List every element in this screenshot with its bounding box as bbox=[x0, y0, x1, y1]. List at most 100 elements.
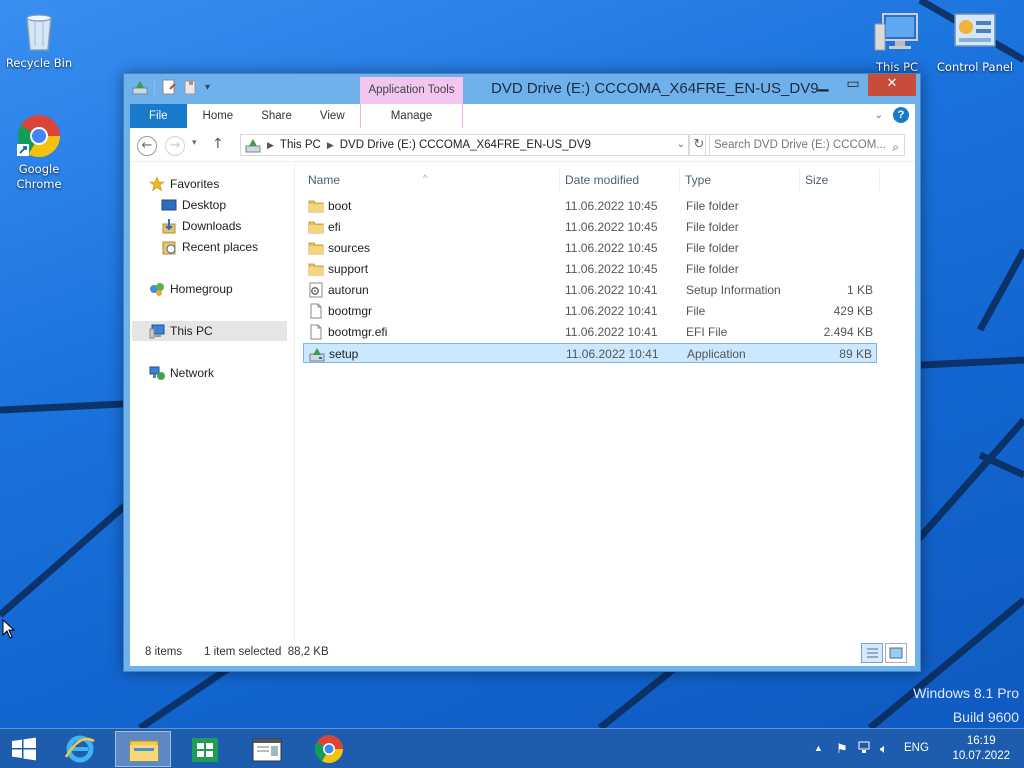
file-type: File folder bbox=[686, 220, 739, 234]
store-taskbar-button[interactable] bbox=[177, 731, 233, 767]
file-name: bootmgr.efi bbox=[328, 325, 388, 339]
search-icon: ⌕ bbox=[892, 140, 899, 154]
tab-manage[interactable]: Manage bbox=[360, 104, 463, 128]
table-row[interactable]: bootmgr 11.06.2022 10:41 File 429 KB bbox=[303, 301, 877, 321]
ribbon-tabs: File Home Share View Manage ⌄ ? bbox=[130, 104, 915, 128]
maximize-icon[interactable]: ▭ bbox=[838, 74, 868, 96]
document-taskbar-button[interactable] bbox=[239, 731, 295, 767]
tab-file[interactable]: File bbox=[130, 104, 187, 128]
computer-icon bbox=[873, 10, 921, 58]
column-header-date[interactable]: Date modified bbox=[560, 169, 680, 191]
nav-homegroup[interactable]: Homegroup bbox=[149, 279, 233, 299]
tab-share[interactable]: Share bbox=[247, 104, 306, 128]
this-pc-shortcut[interactable]: This PC bbox=[858, 10, 936, 75]
os-edition-text: Windows 8.1 Pro bbox=[913, 685, 1019, 701]
recycle-bin-label: Recycle Bin bbox=[5, 56, 73, 70]
recycle-bin-shortcut[interactable]: Recycle Bin bbox=[0, 6, 78, 71]
search-input[interactable]: Search DVD Drive (E:) CCCOM... ⌕ bbox=[705, 134, 905, 156]
column-name-label: Name bbox=[308, 173, 341, 187]
breadcrumb-dvd-drive[interactable]: DVD Drive (E:) CCCOMA_X64FRE_EN-US_DV9 bbox=[340, 135, 591, 155]
new-folder-icon[interactable] bbox=[183, 79, 199, 95]
column-header-size[interactable]: Size bbox=[800, 169, 880, 191]
volume-icon[interactable]: 🔈︎ bbox=[880, 741, 888, 757]
minimize-icon[interactable]: ▁ bbox=[808, 74, 838, 96]
nav-favorites[interactable]: Favorites bbox=[149, 174, 219, 194]
up-arrow-icon[interactable]: ↑ bbox=[212, 136, 224, 152]
column-size-label: Size bbox=[805, 173, 829, 187]
file-explorer-taskbar-button[interactable] bbox=[115, 731, 171, 767]
file-type: File folder bbox=[686, 241, 739, 255]
chrome-taskbar-button[interactable] bbox=[301, 731, 357, 767]
system-tray: ▲ ⚑ 🔈︎ ENG 16:19 10.07.2022 bbox=[794, 729, 1024, 768]
breadcrumb-separator-icon[interactable]: ▶ bbox=[327, 135, 334, 155]
clock-time: 16:19 bbox=[966, 735, 996, 747]
document-window-icon bbox=[252, 738, 282, 762]
table-row[interactable]: boot 11.06.2022 10:45 File folder bbox=[303, 196, 877, 216]
table-row[interactable]: support 11.06.2022 10:45 File folder bbox=[303, 259, 877, 279]
nav-desktop-label: Desktop bbox=[182, 198, 227, 212]
file-size: 2.494 KB bbox=[823, 325, 873, 339]
table-row[interactable]: efi 11.06.2022 10:45 File folder bbox=[303, 217, 877, 237]
file-type: File folder bbox=[686, 199, 739, 213]
expand-ribbon-chevron-icon[interactable]: ⌄ bbox=[875, 110, 883, 121]
folder-icon bbox=[308, 261, 324, 277]
setup-info-icon bbox=[308, 282, 324, 298]
file-name: efi bbox=[328, 220, 341, 234]
file-size: 89 KB bbox=[839, 347, 872, 361]
recent-locations-chevron-icon[interactable]: ▾ bbox=[192, 138, 197, 148]
os-build-text: Build 9600 bbox=[952, 709, 1019, 725]
file-list: Name ^ Date modified Type Size boot 11.06… bbox=[303, 162, 913, 640]
file-date-modified: 11.06.2022 10:45 bbox=[565, 241, 658, 255]
nav-network[interactable]: Network bbox=[149, 363, 214, 383]
file-icon bbox=[308, 303, 324, 319]
help-icon[interactable]: ? bbox=[893, 107, 909, 123]
large-icons-view-icon[interactable] bbox=[885, 643, 907, 663]
control-panel-icon bbox=[951, 10, 999, 58]
tab-home[interactable]: Home bbox=[187, 104, 248, 128]
table-row[interactable]: bootmgr.efi 11.06.2022 10:41 EFI File 2.494… bbox=[303, 322, 877, 342]
action-center-flag-icon[interactable]: ⚑ bbox=[836, 741, 848, 757]
file-date-modified: 11.06.2022 10:45 bbox=[565, 199, 658, 213]
nav-network-label: Network bbox=[170, 366, 215, 380]
ribbon-right-controls: ⌄ ? bbox=[875, 107, 909, 123]
show-hidden-icons-chevron-icon[interactable]: ▲ bbox=[814, 743, 823, 753]
nav-downloads-label: Downloads bbox=[182, 219, 242, 233]
quick-access-toolbar: ▾ bbox=[132, 79, 210, 95]
back-arrow-icon[interactable]: ← bbox=[137, 136, 157, 156]
nav-recent-places[interactable]: Recent places bbox=[161, 237, 258, 257]
file-date-modified: 11.06.2022 10:41 bbox=[565, 325, 658, 339]
recycle-bin-icon bbox=[15, 6, 63, 54]
store-icon bbox=[192, 738, 218, 762]
chrome-shortcut[interactable]: Google Chrome bbox=[0, 112, 78, 192]
breadcrumb-separator-icon[interactable]: ▶ bbox=[267, 135, 274, 155]
table-row[interactable]: sources 11.06.2022 10:45 File folder bbox=[303, 238, 877, 258]
setup-app-icon bbox=[309, 346, 325, 362]
close-icon[interactable]: ✕ bbox=[868, 74, 916, 96]
nav-downloads[interactable]: Downloads bbox=[161, 216, 241, 236]
sort-ascending-icon: ^ bbox=[423, 173, 428, 183]
clock[interactable]: 16:19 10.07.2022 bbox=[952, 734, 1010, 764]
nav-desktop[interactable]: Desktop bbox=[161, 195, 226, 215]
nav-this-pc[interactable]: This PC bbox=[132, 321, 287, 341]
breadcrumb-this-pc[interactable]: This PC bbox=[280, 135, 321, 155]
table-row[interactable]: setup 11.06.2022 10:41 Application 89 KB bbox=[303, 343, 877, 363]
internet-explorer-taskbar-button[interactable] bbox=[52, 731, 108, 767]
table-row[interactable]: autorun 11.06.2022 10:41 Setup Information… bbox=[303, 280, 877, 300]
address-dropdown-chevron-icon[interactable]: ⌄ bbox=[677, 135, 685, 155]
forward-arrow-icon[interactable]: → bbox=[165, 136, 185, 156]
nav-this-pc-label: This PC bbox=[170, 324, 213, 338]
column-header-type[interactable]: Type bbox=[680, 169, 800, 191]
column-header-name[interactable]: Name ^ bbox=[303, 169, 560, 191]
start-button[interactable] bbox=[0, 731, 48, 767]
network-status-icon[interactable] bbox=[858, 741, 872, 758]
nav-recent-places-label: Recent places bbox=[182, 240, 259, 254]
properties-icon[interactable] bbox=[161, 79, 177, 95]
customize-qat-chevron-icon[interactable]: ▾ bbox=[205, 82, 210, 93]
tab-view[interactable]: View bbox=[306, 104, 359, 128]
title-bar[interactable]: ▾ Application Tools DVD Drive (E:) CCCOM… bbox=[124, 74, 920, 104]
address-bar[interactable]: ▶ This PC ▶ DVD Drive (E:) CCCOMA_X64FRE… bbox=[240, 134, 690, 156]
input-language-indicator[interactable]: ENG bbox=[904, 742, 929, 754]
control-panel-shortcut[interactable]: Control Panel bbox=[936, 10, 1014, 75]
details-view-icon[interactable] bbox=[861, 643, 883, 663]
file-type: File folder bbox=[686, 262, 739, 276]
